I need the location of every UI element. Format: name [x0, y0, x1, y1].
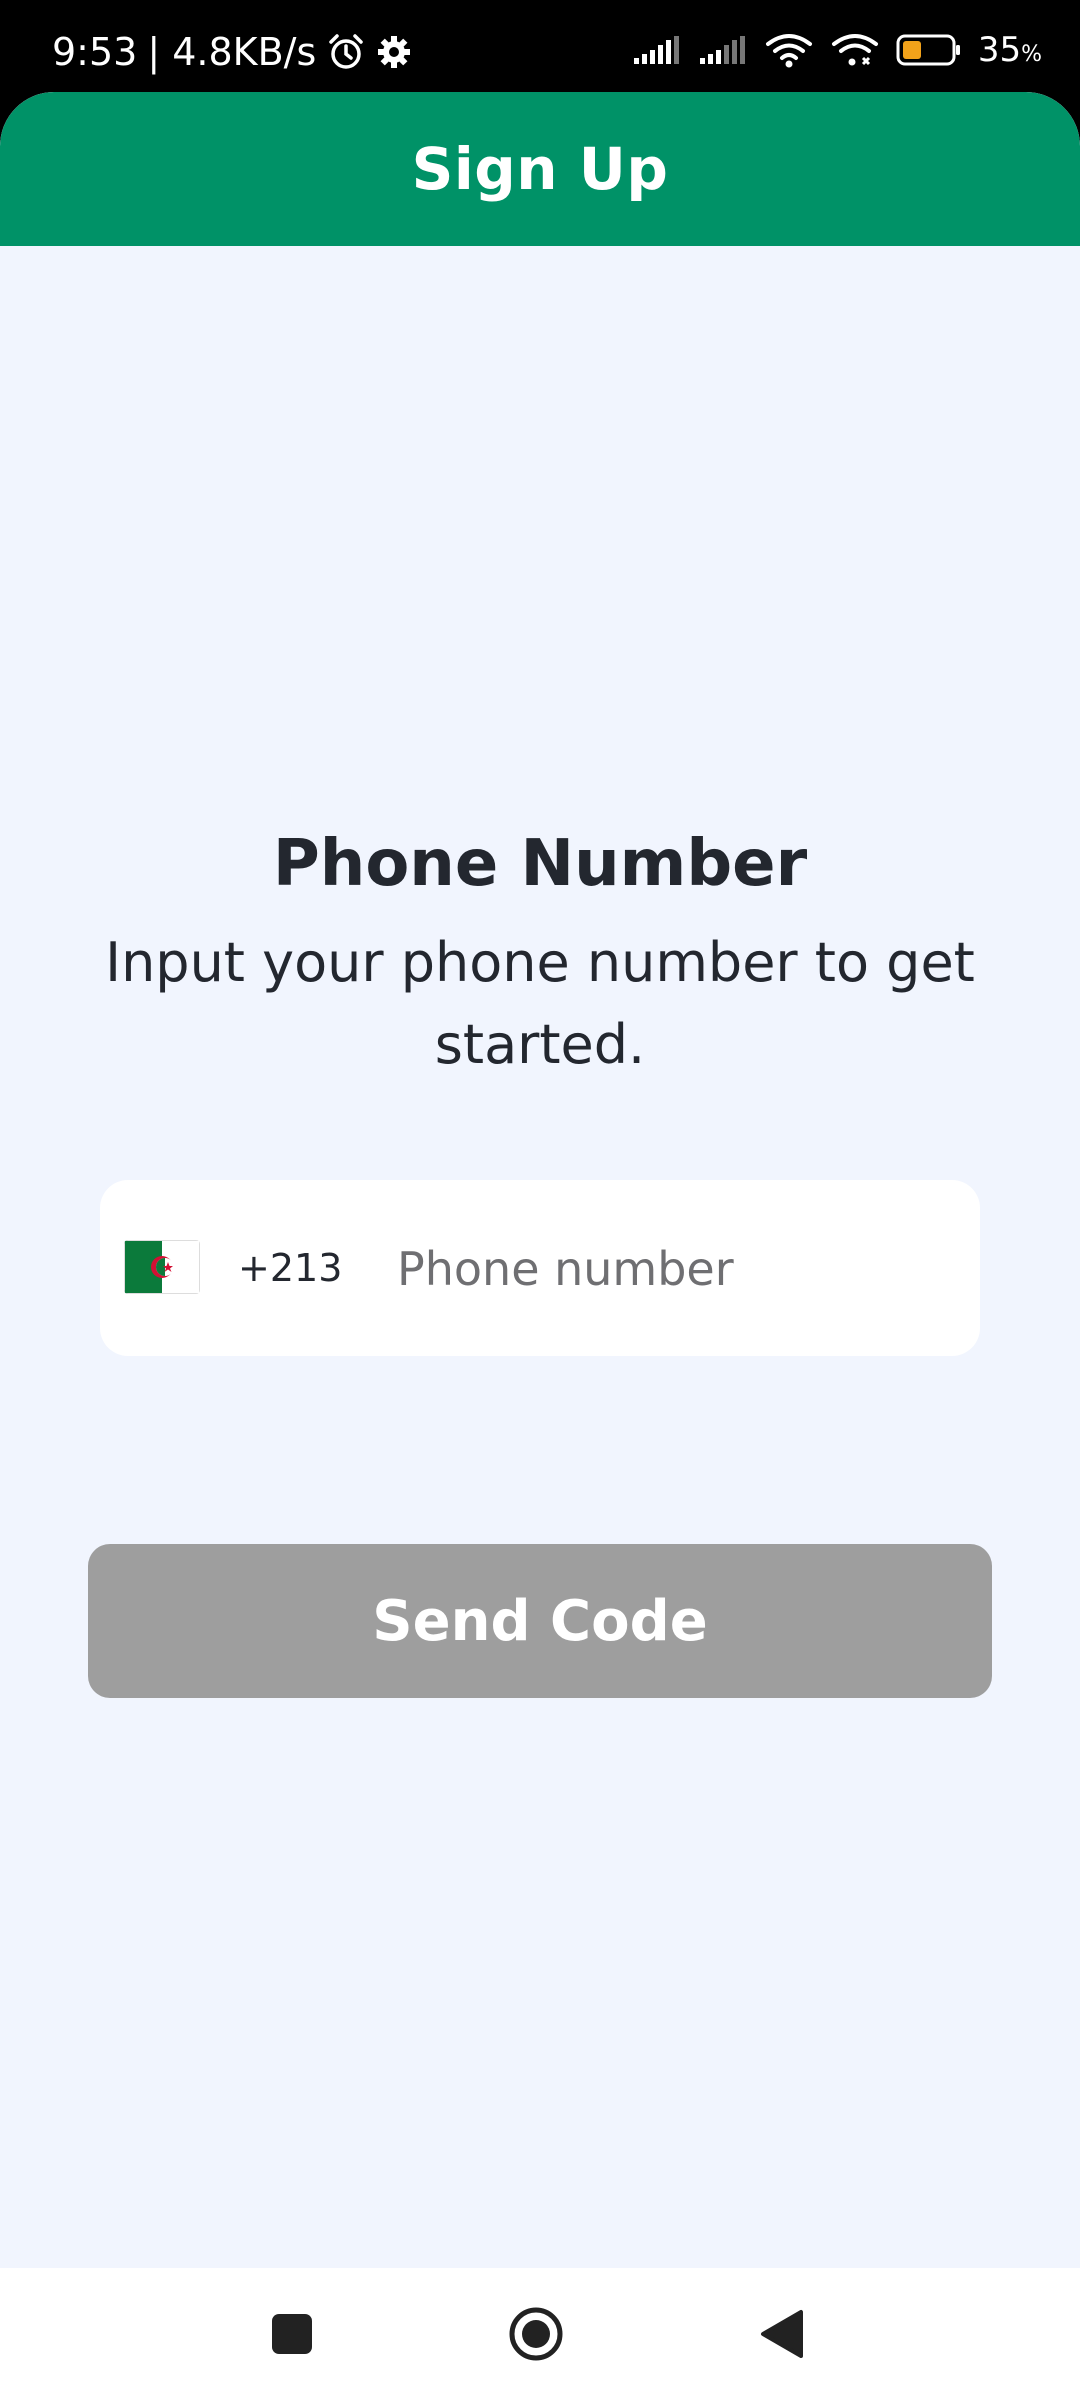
send-code-button[interactable]: Send Code [88, 1544, 992, 1698]
battery-icon [896, 33, 962, 67]
gear-icon [376, 34, 412, 70]
section-subtitle: Input your phone number to get started. [105, 931, 975, 1076]
phone-field: +213 [100, 1180, 980, 1358]
country-code[interactable]: +213 [238, 1180, 342, 1356]
network-speed: | 4.8KB/s [147, 30, 317, 74]
section-title: Phone Number [272, 827, 808, 901]
clock: 9:53 [52, 30, 138, 74]
recent-apps-icon[interactable] [262, 2304, 322, 2364]
signal-icon [698, 34, 748, 66]
system-nav-bar [0, 2268, 1080, 2400]
phone-number-input[interactable] [395, 1180, 959, 1358]
battery-percent: 35% [977, 30, 1042, 70]
algeria-flag-icon[interactable] [124, 1240, 200, 1294]
wifi-icon [764, 32, 814, 68]
page-title: Sign Up [411, 135, 669, 203]
hotspot-icon [830, 32, 880, 68]
alarm-icon [326, 32, 366, 72]
app-screen: Sign Up Phone Number Input your phone nu… [0, 92, 1080, 2268]
app-header: Sign Up [0, 92, 1080, 246]
signal-icon [632, 34, 682, 66]
home-icon[interactable] [506, 2304, 566, 2364]
back-icon[interactable] [752, 2304, 812, 2364]
